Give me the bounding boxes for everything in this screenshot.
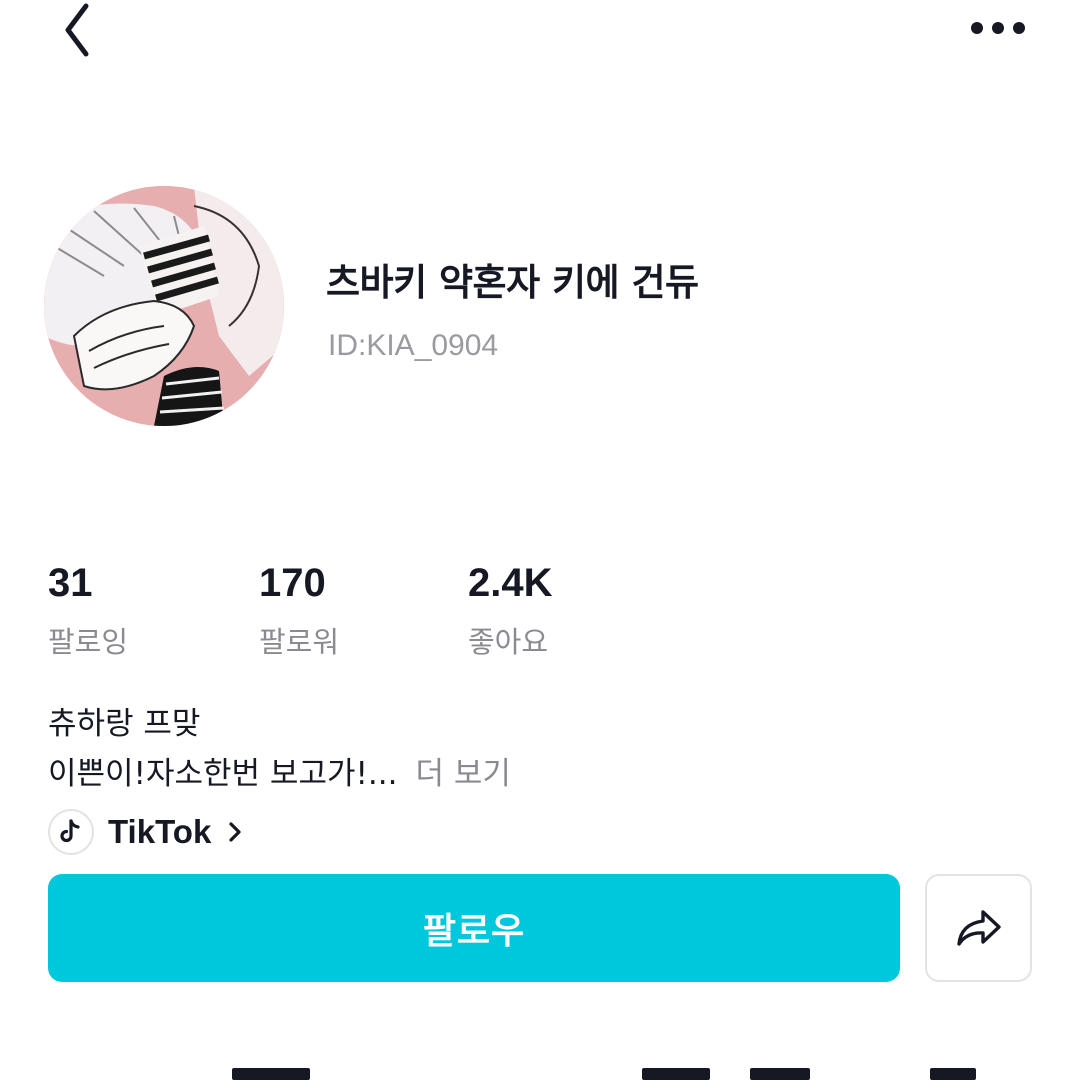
followers-label: 팔로워 <box>259 625 340 659</box>
stat-following[interactable]: 31 팔로잉 <box>48 556 128 660</box>
likes-count: 2.4K <box>468 561 553 605</box>
chevron-left-icon <box>65 3 89 57</box>
share-arrow-icon <box>956 910 1001 946</box>
following-label: 팔로잉 <box>48 625 129 659</box>
bio-more-link[interactable]: 더 보기 <box>415 756 510 792</box>
following-count: 31 <box>48 561 93 605</box>
bio-line-2: 이쁜이!자소한번 보고가!... 더 보기 <box>48 748 511 793</box>
more-options-button[interactable] <box>962 6 1034 50</box>
followers-count: 170 <box>259 561 326 605</box>
back-button[interactable] <box>48 0 104 60</box>
tiktok-label: TikTok <box>108 813 212 850</box>
tiktok-link[interactable]: TikTok <box>48 808 243 856</box>
more-horizontal-icon <box>971 22 1025 34</box>
profile-nickname: 츠바키 약혼자 키에 건듀 <box>326 261 699 304</box>
tiktok-icon <box>48 809 94 855</box>
chevron-right-icon <box>227 820 243 844</box>
follow-button[interactable]: 팔로우 <box>48 874 900 982</box>
stat-likes[interactable]: 2.4K 좋아요 <box>468 556 553 660</box>
bio-line-1: 츄하랑 프맞 <box>48 706 201 742</box>
avatar[interactable] <box>44 186 284 426</box>
likes-label: 좋아요 <box>468 625 549 659</box>
stat-followers[interactable]: 170 팔로워 <box>259 556 339 660</box>
profile-page: 츠바키 약혼자 키에 건듀 ID:KIA_0904 31 팔로잉 170 팔로워… <box>0 0 1080 1080</box>
bottom-cutoff-content <box>0 1068 1080 1080</box>
profile-user-id: ID:KIA_0904 <box>328 329 499 362</box>
avatar-illustration <box>44 186 284 426</box>
follow-button-label: 팔로우 <box>422 911 526 952</box>
share-button[interactable] <box>925 874 1032 982</box>
bio-line-2-text: 이쁜이!자소한번 보고가!... <box>48 756 398 792</box>
